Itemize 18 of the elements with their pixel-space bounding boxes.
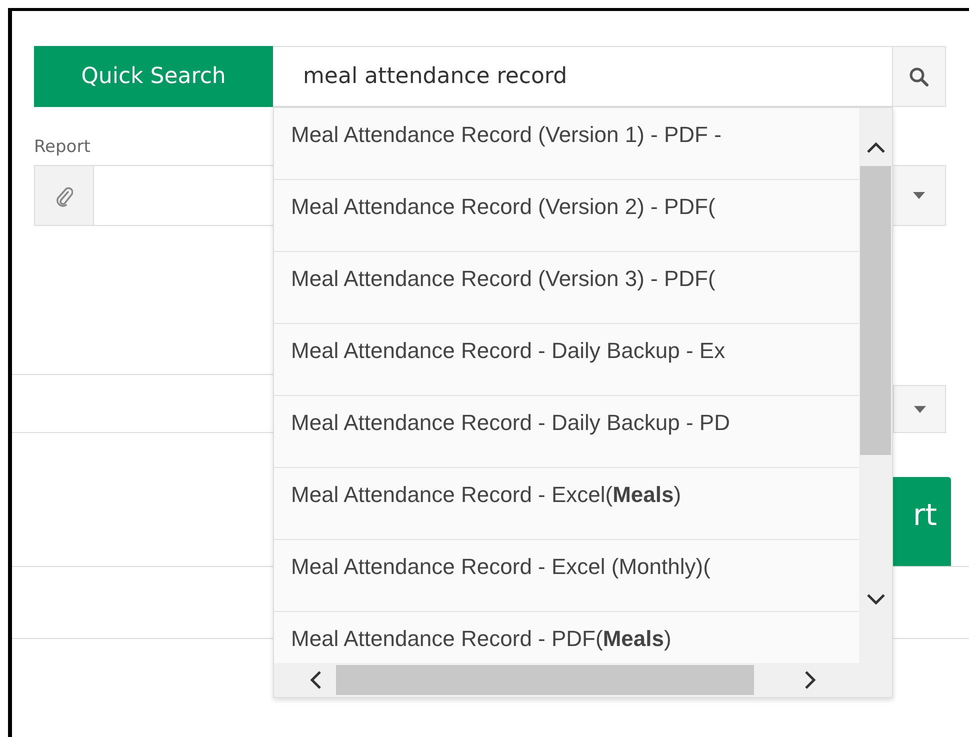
chevron-down-icon <box>866 593 886 605</box>
report-label: Report <box>34 137 90 157</box>
vertical-scrollbar[interactable] <box>859 108 892 663</box>
horizontal-scrollbar[interactable] <box>274 663 859 697</box>
caret-icon <box>913 192 925 199</box>
scrollbar-thumb[interactable] <box>860 166 891 455</box>
quick-search-button[interactable]: Quick Search <box>34 46 273 107</box>
chevron-left-icon <box>310 670 322 690</box>
caret-icon <box>914 406 926 412</box>
search-field[interactable]: meal attendance record <box>273 46 893 107</box>
dropdown-button[interactable] <box>893 385 946 433</box>
dropdown-button[interactable] <box>893 165 946 226</box>
search-icon <box>909 66 929 86</box>
chevron-right-icon <box>804 670 816 690</box>
chevron-up-icon <box>866 142 886 154</box>
search-button[interactable] <box>893 46 946 107</box>
paperclip-icon <box>55 184 73 206</box>
scrollbar-thumb[interactable] <box>336 665 754 695</box>
